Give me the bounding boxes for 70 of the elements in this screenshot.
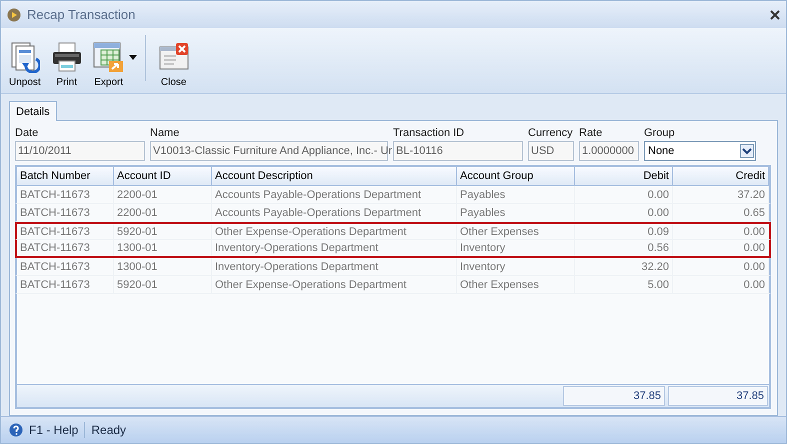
table-cell: BATCH-11673 [17, 186, 114, 203]
spreadsheet-export-icon [92, 41, 125, 73]
table-cell: 5.00 [575, 276, 673, 293]
input-field[interactable]: USD [528, 141, 574, 161]
print-button[interactable]: Print [46, 41, 87, 88]
table-cell: 0.00 [575, 204, 673, 221]
column-header[interactable]: Credit [673, 167, 769, 185]
group-dropdown[interactable]: None [644, 141, 756, 161]
printer-icon [50, 41, 83, 73]
table-cell: 0.00 [673, 240, 769, 256]
help-icon[interactable] [9, 423, 23, 437]
input-field[interactable]: 11/10/2011 [15, 141, 145, 161]
table-cell: 1300-01 [114, 240, 212, 256]
field-label: Transaction ID [393, 127, 466, 139]
table-cell: 0.56 [575, 240, 673, 256]
table-cell: Other Expenses [457, 224, 575, 239]
export-button[interactable]: Export [88, 41, 129, 88]
document-undo-icon [10, 41, 40, 73]
table-cell: 0.00 [673, 258, 769, 275]
table-cell: Inventory-Operations Department [212, 240, 457, 256]
total-cell: 37.85 [668, 386, 768, 406]
table-cell: BATCH-11673 [17, 204, 114, 221]
table-cell: 32.20 [575, 258, 673, 275]
tab[interactable]: Details [9, 101, 57, 121]
table-cell: 5920-01 [114, 224, 212, 239]
table-cell: 0.09 [575, 224, 673, 239]
table-cell: Other Expense-Operations Department [212, 276, 457, 293]
caret-icon[interactable] [128, 55, 137, 60]
close-button[interactable]: Close [154, 41, 194, 88]
table-cell: 5920-01 [114, 276, 212, 293]
status-text: Ready [91, 423, 126, 437]
table-cell: 1300-01 [114, 258, 212, 275]
table-cell: 0.00 [673, 224, 769, 239]
table-cell: Other Expenses [457, 276, 575, 293]
table-cell: BATCH-11673 [17, 224, 114, 239]
input-field[interactable]: 1.0000000 [579, 141, 639, 161]
table-cell: Payables [457, 186, 575, 203]
table-cell: Accounts Payable-Operations Department [212, 204, 457, 221]
column-header[interactable]: Account Group [457, 167, 575, 185]
field-label: Group [644, 127, 676, 139]
table-cell: 2200-01 [114, 186, 212, 203]
table-cell: 0.00 [673, 276, 769, 293]
unpost-button[interactable]: Unpost [5, 41, 45, 88]
table-cell: 0.65 [673, 204, 769, 221]
table-cell: Payables [457, 204, 575, 221]
table-cell: Accounts Payable-Operations Department [212, 186, 457, 203]
close-icon[interactable] [770, 10, 780, 20]
table-cell: BATCH-11673 [17, 276, 114, 293]
column-header[interactable]: Account Description [212, 167, 457, 185]
table-cell: BATCH-11673 [17, 240, 114, 256]
table-cell: 37.20 [673, 186, 769, 203]
column-header[interactable]: Debit [575, 167, 673, 185]
input-field[interactable]: BL-10116 [393, 141, 523, 161]
table-cell: Inventory-Operations Department [212, 258, 457, 275]
column-header[interactable]: Account ID [114, 167, 212, 185]
table-cell: 0.00 [575, 186, 673, 203]
field-label: Date [15, 127, 40, 139]
table-cell: Inventory [457, 258, 575, 275]
app-icon [7, 8, 21, 22]
table-cell: BATCH-11673 [17, 258, 114, 275]
table-cell: Inventory [457, 240, 575, 256]
column-header[interactable]: Batch Number [17, 167, 114, 185]
window-title: Recap Transaction [27, 7, 136, 22]
field-label: Name [150, 127, 180, 139]
field-label: Rate [579, 127, 604, 139]
table-cell: 2200-01 [114, 204, 212, 221]
table-cell: Other Expense-Operations Department [212, 224, 457, 239]
field-label: Currency [528, 127, 574, 139]
help-hint: F1 - Help [29, 423, 78, 437]
total-cell: 37.85 [563, 386, 665, 406]
